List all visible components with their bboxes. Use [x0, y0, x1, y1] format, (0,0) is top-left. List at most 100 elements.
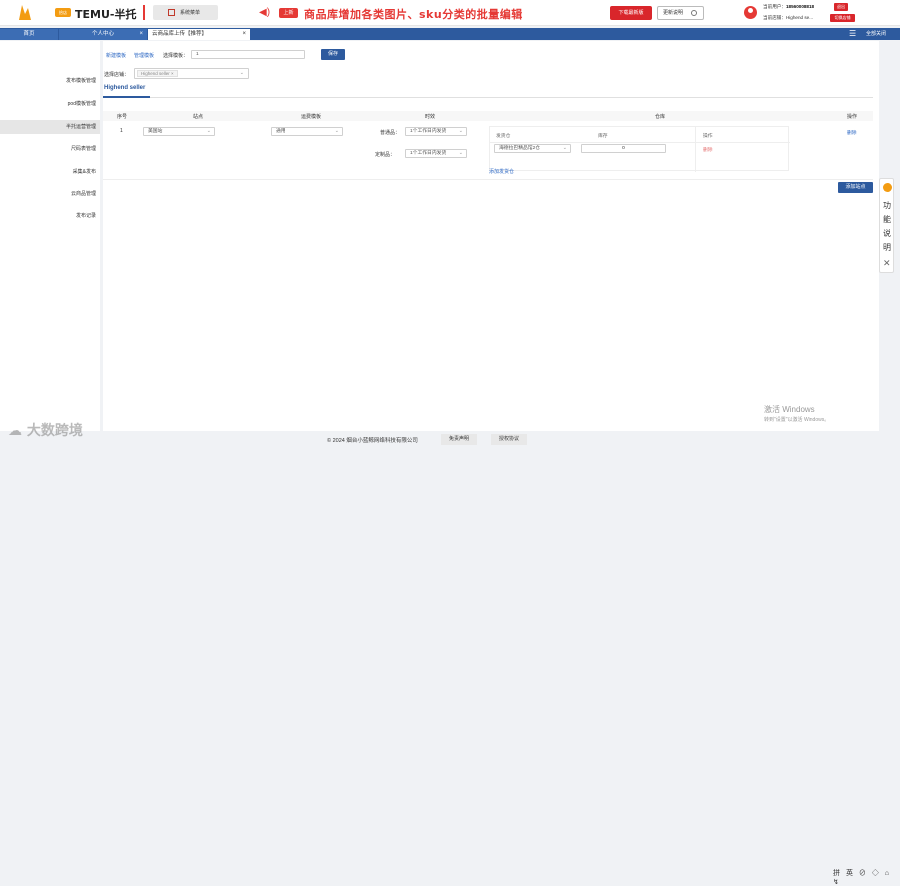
sidebar-item-semi-managed[interactable]: 半托运营管理 — [0, 120, 100, 134]
col-warehouse: 仓库 — [655, 114, 666, 120]
col-index: 序号 — [117, 114, 128, 120]
close-icon[interactable]: × — [139, 29, 143, 40]
col-site: 站点 — [193, 114, 204, 120]
warehouse-select[interactable]: 海德拉巴精品馆2仓 ⌄ — [494, 144, 571, 153]
delete-warehouse-link[interactable]: 删除 — [703, 146, 713, 153]
col-freight: 运费模板 — [301, 114, 322, 120]
row-index: 1 — [120, 128, 123, 134]
switch-shop-button[interactable]: 切换店铺 — [830, 14, 855, 22]
new-badge: 上新 — [279, 8, 298, 18]
speaker-icon: ◀) — [259, 7, 271, 18]
help-icon — [883, 183, 892, 192]
custom-timeliness-select[interactable]: 1个工作日内发货 ⌄ — [405, 149, 467, 158]
close-icon[interactable]: ✕ — [883, 258, 891, 269]
announcement-text[interactable]: 商品库增加各类图片、sku分类的批量编辑 — [304, 6, 523, 22]
select-shop-label: 选择店铺： — [104, 72, 130, 78]
add-warehouse-link[interactable]: 添加发货仓 — [489, 168, 514, 175]
current-user-phone: 18560008818 — [785, 4, 815, 9]
sidebar-item-publish-records[interactable]: 发布记录 — [0, 209, 100, 223]
update-notes-label: 更新说明 — [663, 10, 684, 16]
warehouse-select-value: 海德拉巴精品馆2仓 — [499, 146, 541, 151]
close-all-tabs-button[interactable]: 全部关闭 — [866, 30, 886, 37]
help-text[interactable]: 功能说明 — [883, 199, 892, 255]
disclaimer-link[interactable]: 免责声明 — [441, 434, 478, 445]
col-stock: 库存 — [598, 134, 608, 139]
sidebar-item-size-chart[interactable]: 尺码表管理 — [0, 142, 100, 156]
add-site-button[interactable]: 添加站点 — [838, 182, 873, 193]
template-select[interactable]: 1 — [191, 50, 305, 59]
sidebar: 发布模板管理 pod模板管理 半托运营管理 尺码表管理 采集&发布 云商品管理 … — [0, 41, 100, 431]
chevron-down-icon: ⌄ — [562, 145, 567, 151]
save-button[interactable]: 保存 — [321, 49, 345, 60]
tab-home-label: 首页 — [23, 31, 35, 37]
help-panel[interactable]: 功能说明 ✕ — [879, 178, 894, 273]
tab-cloud-label: 云商品库上传【推荐】 — [152, 31, 208, 37]
shop-tab[interactable]: Highend seller — [104, 85, 145, 91]
hamburger-icon[interactable]: ☰ — [849, 30, 858, 38]
divider — [490, 142, 790, 143]
col-timeliness: 时效 — [425, 114, 436, 120]
table-header — [103, 111, 873, 121]
system-tray: 拼 英 ⊘ ◇ ⌂ ↯ — [833, 870, 892, 886]
delete-row-link[interactable]: 删除 — [847, 129, 857, 136]
site-select-value: 美国站 — [148, 129, 163, 134]
col-warehouse-action: 操作 — [703, 134, 713, 139]
logout-button[interactable]: 退出 — [834, 3, 848, 11]
sidebar-item-collect-publish[interactable]: 采集&发布 — [0, 165, 100, 179]
shop-tag: Highend seller × — [137, 70, 178, 77]
select-template-label: 选择模板： — [163, 53, 189, 59]
windows-activation-title: 激活 Windows — [764, 405, 815, 414]
chevron-down-icon: ⌄ — [458, 128, 463, 134]
menu-icon — [168, 9, 175, 16]
site-select[interactable]: 美国站 ⌄ — [143, 127, 215, 136]
avatar — [744, 6, 757, 19]
chevron-down-icon: ⌄ — [458, 150, 463, 156]
tab-bar: 首页 个人中心 × 云商品库上传【推荐】 × ☰ 全部关闭 — [0, 28, 900, 40]
main-panel: 新建模板 管理模板 选择模板： 1 保存 选择店铺： Highend selle… — [103, 41, 879, 431]
shop-select[interactable]: Highend seller × ⌄ — [134, 68, 249, 79]
custom-goods-label: 定制品： — [375, 152, 396, 158]
brand-title: TEMU-半托 — [75, 8, 137, 21]
system-menu-button[interactable]: 系统菜单 — [153, 5, 218, 20]
col-action: 操作 — [847, 114, 858, 120]
new-template-link[interactable]: 新建模板 — [106, 52, 126, 59]
tab-home[interactable]: 首页 — [0, 29, 58, 40]
sidebar-item-publish-template[interactable]: 发布模板管理 — [0, 74, 100, 88]
update-notes-button[interactable]: 更新说明 — [657, 6, 704, 20]
divider — [103, 179, 873, 180]
tab-personal-center[interactable]: 个人中心 × — [59, 29, 147, 40]
freight-select-value: 通用 — [276, 129, 286, 134]
sidebar-item-pod-template[interactable]: pod模板管理 — [0, 97, 100, 111]
license-link[interactable]: 授权协议 — [491, 434, 528, 445]
normal-timeliness-select[interactable]: 1个工作日内发货 ⌄ — [405, 127, 467, 136]
normal-goods-label: 普通品： — [380, 130, 401, 136]
shop-logo-icon: 拾店 — [55, 8, 71, 17]
tab-cloud-upload[interactable]: 云商品库上传【推荐】 × — [148, 29, 250, 40]
tab-personal-label: 个人中心 — [91, 31, 114, 37]
divider — [695, 127, 696, 172]
stock-input[interactable]: 0 — [581, 144, 666, 153]
active-tab-indicator — [103, 96, 150, 98]
watermark: ☁ 大数跨境 — [8, 423, 83, 439]
chevron-down-icon: ⌄ — [239, 70, 244, 76]
shop-tag-label: Highend seller — [141, 71, 170, 76]
sidebar-item-cloud-products[interactable]: 云商品管理 — [0, 187, 100, 201]
copyright: © 2024 烟台小蓝鲸网络科技有限公司 — [327, 438, 418, 444]
divider — [143, 5, 145, 20]
manage-template-link[interactable]: 管理模板 — [134, 52, 154, 59]
close-icon[interactable]: × — [242, 29, 246, 40]
current-shop: 当前店铺：Highend se... — [763, 15, 814, 20]
template-select-value: 1 — [196, 52, 199, 57]
system-menu-label: 系统菜单 — [180, 10, 201, 16]
watermark-text: 大数跨境 — [26, 423, 83, 439]
freight-template-select[interactable]: 通用 ⌄ — [271, 127, 343, 136]
divider — [103, 97, 873, 98]
download-latest-button[interactable]: 下载最新版 — [610, 6, 652, 20]
windows-activation-sub: 转到"设置"以激活 Windows。 — [764, 417, 830, 423]
custom-timeliness-value: 1个工作日内发货 — [410, 151, 447, 156]
current-user-label: 当前用户： — [763, 4, 786, 9]
footer: © 2024 烟台小蓝鲸网络科技有限公司 免责声明 授权协议 拼 英 ⊘ ◇ ⌂… — [0, 432, 900, 886]
shop-logo-text: 拾店 — [59, 10, 67, 15]
top-bar: 拾店 TEMU-半托 系统菜单 ◀) 上新 商品库增加各类图片、sku分类的批量… — [0, 0, 900, 26]
app-logo-icon — [19, 5, 31, 20]
